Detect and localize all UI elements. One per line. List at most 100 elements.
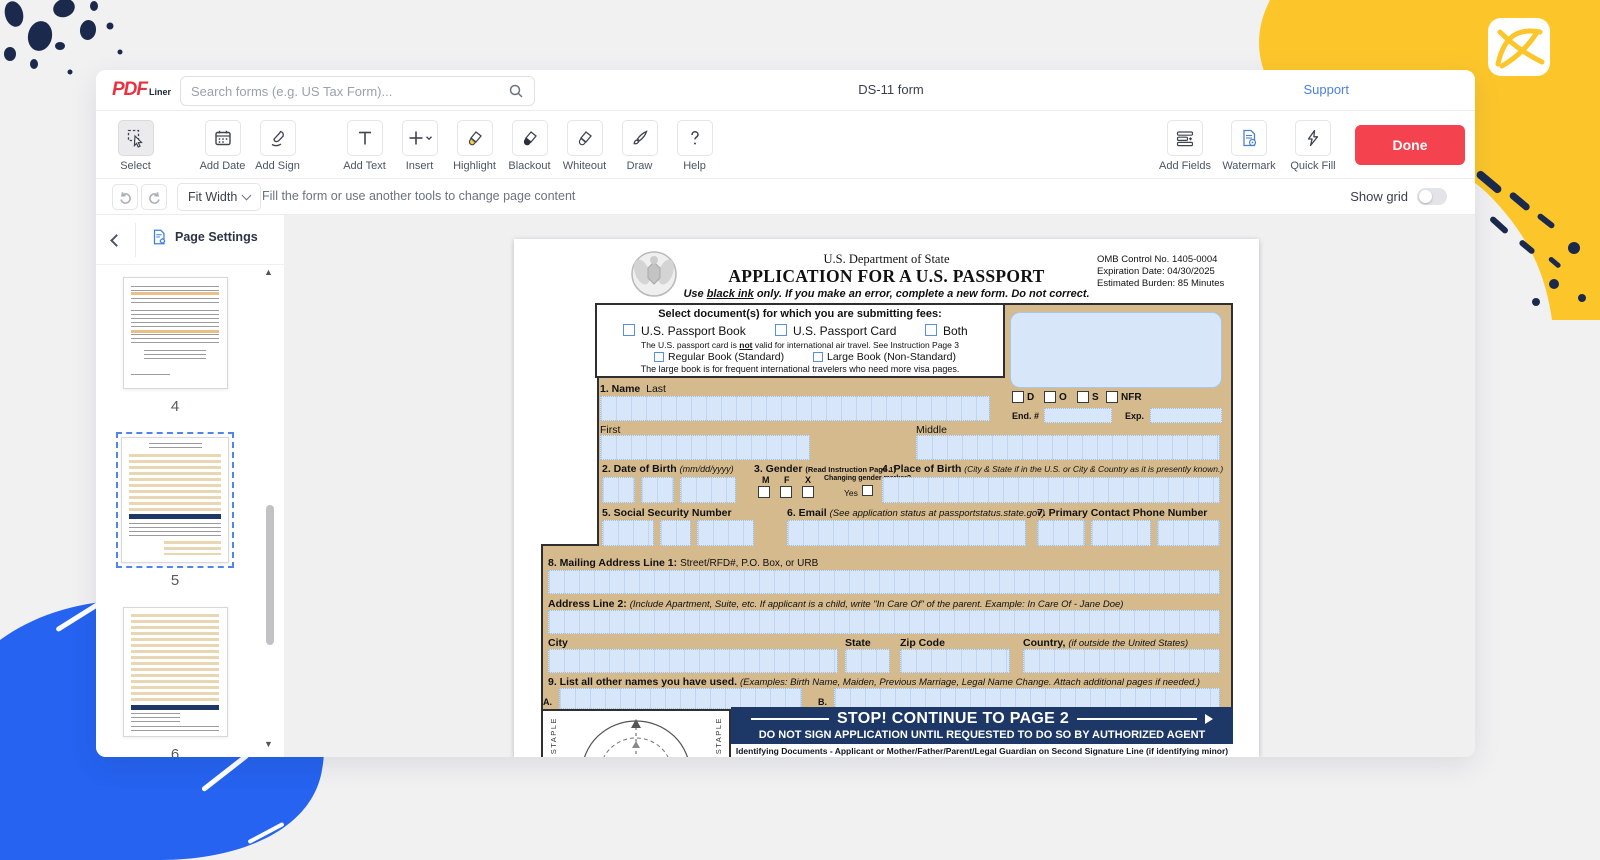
insert-tool-button[interactable]: Insert	[392, 120, 447, 172]
blackout-brush-icon	[520, 128, 540, 148]
zip-label: Zip Code	[900, 637, 945, 649]
address2-section-label: Address Line 2: (Include Apartment, Suit…	[548, 598, 1123, 610]
ssn-field-2[interactable]	[660, 520, 691, 546]
support-link[interactable]: Support	[1303, 82, 1349, 97]
watermark-icon	[1239, 128, 1259, 148]
signature-pen-icon	[268, 128, 288, 148]
other-name-a-field[interactable]	[559, 688, 802, 709]
thumbnail-page-4[interactable]: 4	[123, 277, 228, 415]
select-cursor-icon	[126, 128, 146, 148]
phone-field-2[interactable]	[1091, 520, 1151, 546]
pdfliner-mark-icon	[1488, 18, 1550, 76]
place-of-birth-field[interactable]	[882, 477, 1220, 503]
thumbnail-page-5[interactable]: 5	[121, 437, 229, 589]
thumbnail-scrollbar[interactable]: ▲ ▼	[262, 265, 278, 751]
text-tool-icon	[355, 128, 375, 148]
pdfliner-logo[interactable]: PDF Liner	[112, 79, 171, 101]
state-field[interactable]	[845, 649, 890, 673]
changing-gender-yes-checkbox[interactable]	[862, 485, 873, 496]
draw-tool-button[interactable]: Draw	[612, 120, 667, 172]
watermark-tool-button[interactable]: Watermark	[1219, 120, 1279, 172]
code-s-checkbox[interactable]	[1077, 391, 1089, 403]
pdfliner-app-badge	[1488, 18, 1550, 76]
address-line1-field[interactable]	[548, 570, 1220, 594]
show-grid-toggle[interactable]	[1417, 188, 1447, 205]
dob-year-field[interactable]	[680, 477, 736, 503]
other-name-b-field[interactable]	[834, 688, 1220, 709]
code-d-label: D	[1027, 392, 1034, 403]
toggle-knob	[1419, 190, 1432, 203]
secondary-toolbar: Fit Width Fill the form or use another t…	[96, 179, 1475, 215]
code-d-checkbox[interactable]	[1012, 391, 1024, 403]
last-name-field[interactable]	[600, 396, 990, 421]
zoom-mode-dropdown[interactable]: Fit Width	[177, 183, 261, 211]
dob-day-field[interactable]	[641, 477, 674, 503]
pob-section-label: 4. Place of Birth (City & State if in th…	[882, 463, 1223, 475]
add-fields-tool-button[interactable]: Add Fields	[1155, 120, 1215, 172]
both-checkbox[interactable]	[925, 324, 937, 336]
phone-section-label: 7. Primary Contact Phone Number	[1037, 507, 1207, 519]
chevron-left-icon	[110, 234, 123, 247]
pdfliner-app-window: PDF Liner DS-11 form Support Select	[96, 70, 1475, 757]
code-o-checkbox[interactable]	[1044, 391, 1056, 403]
phone-field-1[interactable]	[1037, 520, 1085, 546]
phone-field-3[interactable]	[1157, 520, 1220, 546]
no-sign-warning: DO NOT SIGN APPLICATION UNTIL REQUESTED …	[759, 729, 1206, 741]
first-name-field[interactable]	[600, 435, 810, 460]
thumbnail-page-6[interactable]: 6	[123, 607, 228, 757]
exp-field[interactable]	[1150, 408, 1222, 423]
address-line2-field[interactable]	[548, 610, 1220, 634]
add-sign-tool-button[interactable]: Add Sign	[250, 120, 305, 172]
dob-month-field[interactable]	[602, 477, 635, 503]
collapse-sidebar-button[interactable]	[104, 228, 128, 252]
end-number-label: End. #	[1012, 411, 1039, 421]
country-field[interactable]	[1023, 649, 1220, 673]
gender-f-checkbox[interactable]	[780, 486, 792, 498]
dob-section-label: 2. Date of Birth (mm/dd/yyyy)	[602, 463, 734, 475]
add-text-tool-button[interactable]: Add Text	[337, 120, 392, 172]
both-label: Both	[943, 324, 968, 338]
highlight-tool-button[interactable]: Highlight	[447, 120, 502, 172]
blackout-tool-button[interactable]: Blackout	[502, 120, 557, 172]
large-book-checkbox[interactable]	[813, 352, 823, 362]
scroll-up-icon[interactable]: ▲	[264, 267, 273, 277]
barcode-field[interactable]	[1010, 312, 1222, 388]
divider	[135, 223, 136, 257]
ds11-form-page: U.S. Department of State APPLICATION FOR…	[514, 239, 1259, 757]
search-icon[interactable]	[508, 83, 524, 99]
quick-fill-tool-button[interactable]: Quick Fill	[1283, 120, 1343, 172]
email-field[interactable]	[787, 520, 1026, 546]
middle-name-field[interactable]	[916, 435, 1220, 460]
other-names-section-label: 9. List all other names you have used. (…	[548, 676, 1200, 688]
gender-m-checkbox[interactable]	[758, 486, 770, 498]
scrollbar-thumb[interactable]	[266, 505, 274, 645]
lightning-icon	[1303, 128, 1323, 148]
select-tool-button[interactable]: Select	[108, 120, 163, 172]
email-section-label: 6. Email (See application status at pass…	[787, 507, 1045, 519]
passport-book-checkbox[interactable]	[623, 324, 635, 336]
done-button[interactable]: Done	[1355, 125, 1465, 165]
passport-book-label: U.S. Passport Book	[641, 324, 746, 338]
undo-button[interactable]	[112, 184, 138, 210]
page-settings-button[interactable]: Page Settings	[150, 228, 258, 246]
stop-banner-text: STOP! CONTINUE TO PAGE 2	[837, 710, 1069, 728]
search-input[interactable]	[191, 84, 508, 99]
passport-card-checkbox[interactable]	[775, 324, 787, 336]
code-s-label: S	[1092, 392, 1099, 403]
large-book-label: Large Book (Non-Standard)	[827, 351, 956, 363]
add-date-tool-button[interactable]: Add Date	[195, 120, 250, 172]
zip-field[interactable]	[900, 649, 1010, 673]
end-number-field[interactable]	[1044, 408, 1112, 423]
code-nfr-checkbox[interactable]	[1106, 391, 1118, 403]
ssn-field-1[interactable]	[602, 520, 654, 546]
redo-button[interactable]	[141, 184, 167, 210]
gender-x-checkbox[interactable]	[802, 486, 814, 498]
whiteout-tool-button[interactable]: Whiteout	[557, 120, 612, 172]
scroll-down-icon[interactable]: ▼	[264, 739, 273, 749]
passport-card-label: U.S. Passport Card	[793, 324, 896, 338]
regular-book-checkbox[interactable]	[654, 352, 664, 362]
add-fields-icon	[1175, 128, 1195, 148]
city-field[interactable]	[548, 649, 838, 673]
help-tool-button[interactable]: Help	[667, 120, 722, 172]
ssn-field-3[interactable]	[697, 520, 754, 546]
